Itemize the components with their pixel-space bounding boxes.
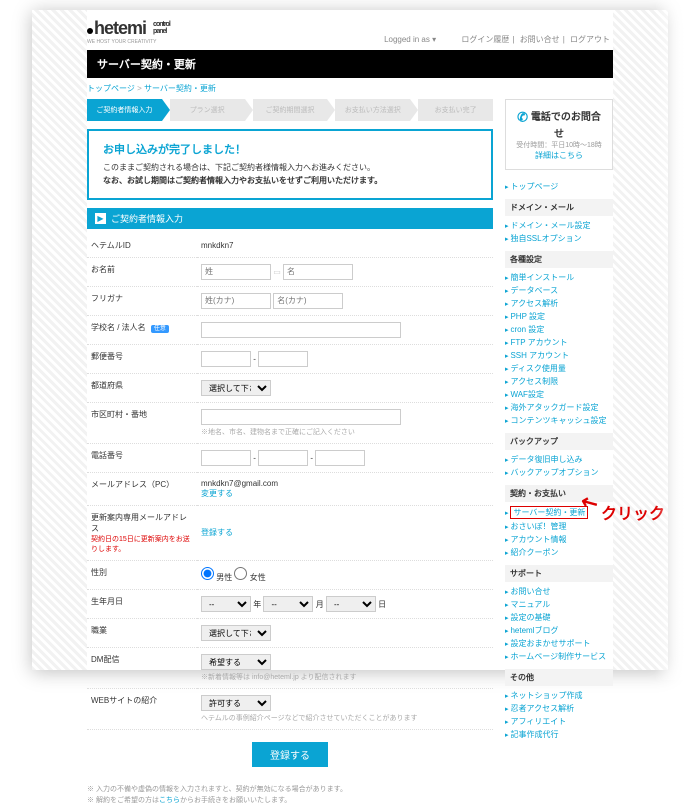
- step-4: お支払い方法選択: [335, 99, 410, 121]
- step-indicator: ご契約者情報入力 プラン選択 ご契約期間選択 お支払い方法選択 お支払い完了: [87, 99, 493, 121]
- tel-detail-link[interactable]: 詳細はこちら: [535, 151, 583, 160]
- side-ssh[interactable]: SSH アカウント: [510, 351, 569, 360]
- side-ftp[interactable]: FTP アカウント: [510, 338, 567, 347]
- lastname-kana-input[interactable]: [201, 293, 271, 309]
- sex-female[interactable]: 女性: [234, 573, 265, 582]
- zip2-input[interactable]: [258, 351, 308, 367]
- breadcrumb: トップページ > サーバー契約・更新: [87, 78, 613, 99]
- side-restore[interactable]: データ復旧申し込み: [510, 455, 582, 464]
- side-ssl[interactable]: 独自SSLオプション: [510, 234, 581, 243]
- side-omakase[interactable]: 設定おまかせサポート: [510, 639, 590, 648]
- notice-box: お申し込みが完了しました！ このままご契約される場合は、下記ご契約者様情報入力へ…: [87, 129, 493, 200]
- side-backup-opt[interactable]: バックアップオプション: [510, 468, 598, 477]
- phone-icon: ✆: [517, 109, 528, 124]
- step-1: ご契約者情報入力: [87, 99, 162, 121]
- breadcrumb-top[interactable]: トップページ: [87, 84, 135, 93]
- side-waf[interactable]: WAF設定: [510, 390, 543, 399]
- side-cache[interactable]: コンテンツキャッシュ設定: [510, 416, 606, 425]
- notice-title: お申し込みが完了しました！: [103, 141, 477, 157]
- side-db[interactable]: データベース: [510, 286, 558, 295]
- section-header: ▶ ご契約者情報入力: [87, 208, 493, 229]
- sex-male[interactable]: 男性: [201, 573, 232, 582]
- side-php[interactable]: PHP 設定: [510, 312, 545, 321]
- side-affiliate[interactable]: アフィリエイト: [510, 717, 566, 726]
- side-access[interactable]: アクセス解析: [510, 299, 558, 308]
- side-attack[interactable]: 海外アタックガード設定: [510, 403, 598, 412]
- job-select[interactable]: 選択して下さい: [201, 625, 271, 641]
- link-history[interactable]: ログイン履歴: [461, 35, 509, 44]
- side-top[interactable]: トップページ: [510, 182, 558, 191]
- firstname-kana-input[interactable]: [273, 293, 343, 309]
- side-disk[interactable]: ディスク使用量: [510, 364, 565, 373]
- step-5: お支払い完了: [418, 99, 493, 121]
- side-install[interactable]: 簡単インストール: [510, 273, 574, 282]
- bd-day[interactable]: --: [326, 596, 376, 612]
- side-domain-mail[interactable]: ドメイン・メール設定: [510, 221, 590, 230]
- firstname-input[interactable]: [283, 264, 353, 280]
- contract-form: ヘテムルIDmnkdkn7 お名前 ▭ フリガナ 学校名 / 法人名 任意 郵便…: [87, 234, 493, 730]
- optional-badge: 任意: [151, 325, 169, 333]
- pref-select[interactable]: 選択して下さい: [201, 380, 271, 396]
- logo[interactable]: hetemi controlpanel: [87, 18, 170, 39]
- addr-input[interactable]: [201, 409, 401, 425]
- side-manual[interactable]: マニュアル: [510, 600, 550, 609]
- side-osaipo[interactable]: おさいぽ！管理: [510, 522, 566, 531]
- change-email-link[interactable]: 変更する: [201, 489, 233, 498]
- step-2: プラン選択: [170, 99, 245, 121]
- side-basics[interactable]: 設定の基礎: [510, 613, 550, 622]
- bd-year[interactable]: --: [201, 596, 251, 612]
- click-callout: ↖ クリック: [581, 500, 665, 524]
- tel3-input[interactable]: [315, 450, 365, 466]
- side-restrict[interactable]: アクセス制限: [510, 377, 558, 386]
- cancel-link[interactable]: こちら: [159, 797, 180, 804]
- step-3: ご契約期間選択: [253, 99, 328, 121]
- submit-button[interactable]: 登録する: [252, 742, 328, 767]
- side-cron[interactable]: cron 設定: [510, 325, 544, 334]
- bd-month[interactable]: --: [263, 596, 313, 612]
- zip1-input[interactable]: [201, 351, 251, 367]
- side-account[interactable]: アカウント情報: [510, 535, 566, 544]
- tel2-input[interactable]: [258, 450, 308, 466]
- side-article[interactable]: 記事作成代行: [510, 730, 558, 739]
- arrow-icon: ▶: [95, 213, 106, 224]
- link-contact[interactable]: お問い合せ: [520, 35, 560, 44]
- side-hp[interactable]: ホームページ制作サービス: [510, 652, 606, 661]
- side-shop[interactable]: ネットショップ作成: [510, 691, 582, 700]
- logged-in-as: Logged in as ▾: [384, 35, 436, 44]
- footnotes: ※ 入力の不備や虚偽の情報を入力されますと、契約が無効になる場合があります。 ※…: [87, 784, 493, 806]
- tel-box: ✆ 電話でのお問合せ 受付時間：平日10時〜18時 詳細はこちら: [505, 99, 613, 170]
- register-email2-link[interactable]: 登録する: [201, 528, 233, 537]
- side-blog[interactable]: hetemlブログ: [510, 626, 558, 635]
- lastname-input[interactable]: [201, 264, 271, 280]
- logo-tagline: WE HOST YOUR CREATIVITY: [87, 39, 170, 45]
- side-server-contract[interactable]: サーバー契約・更新: [513, 508, 585, 517]
- web-select[interactable]: 許可する: [201, 695, 271, 711]
- email-value: mnkdkn7@gmail.com: [201, 479, 278, 488]
- side-contact[interactable]: お問い合せ: [510, 587, 550, 596]
- tel1-input[interactable]: [201, 450, 251, 466]
- dm-select[interactable]: 希望する: [201, 654, 271, 670]
- side-coupon[interactable]: 紹介クーポン: [510, 548, 558, 557]
- link-logout[interactable]: ログアウト: [570, 35, 610, 44]
- page-title: サーバー契約・更新: [87, 50, 613, 78]
- side-ninja[interactable]: 忍者アクセス解析: [510, 704, 574, 713]
- heteml-id-value: mnkdkn7: [197, 234, 493, 258]
- corp-input[interactable]: [201, 322, 401, 338]
